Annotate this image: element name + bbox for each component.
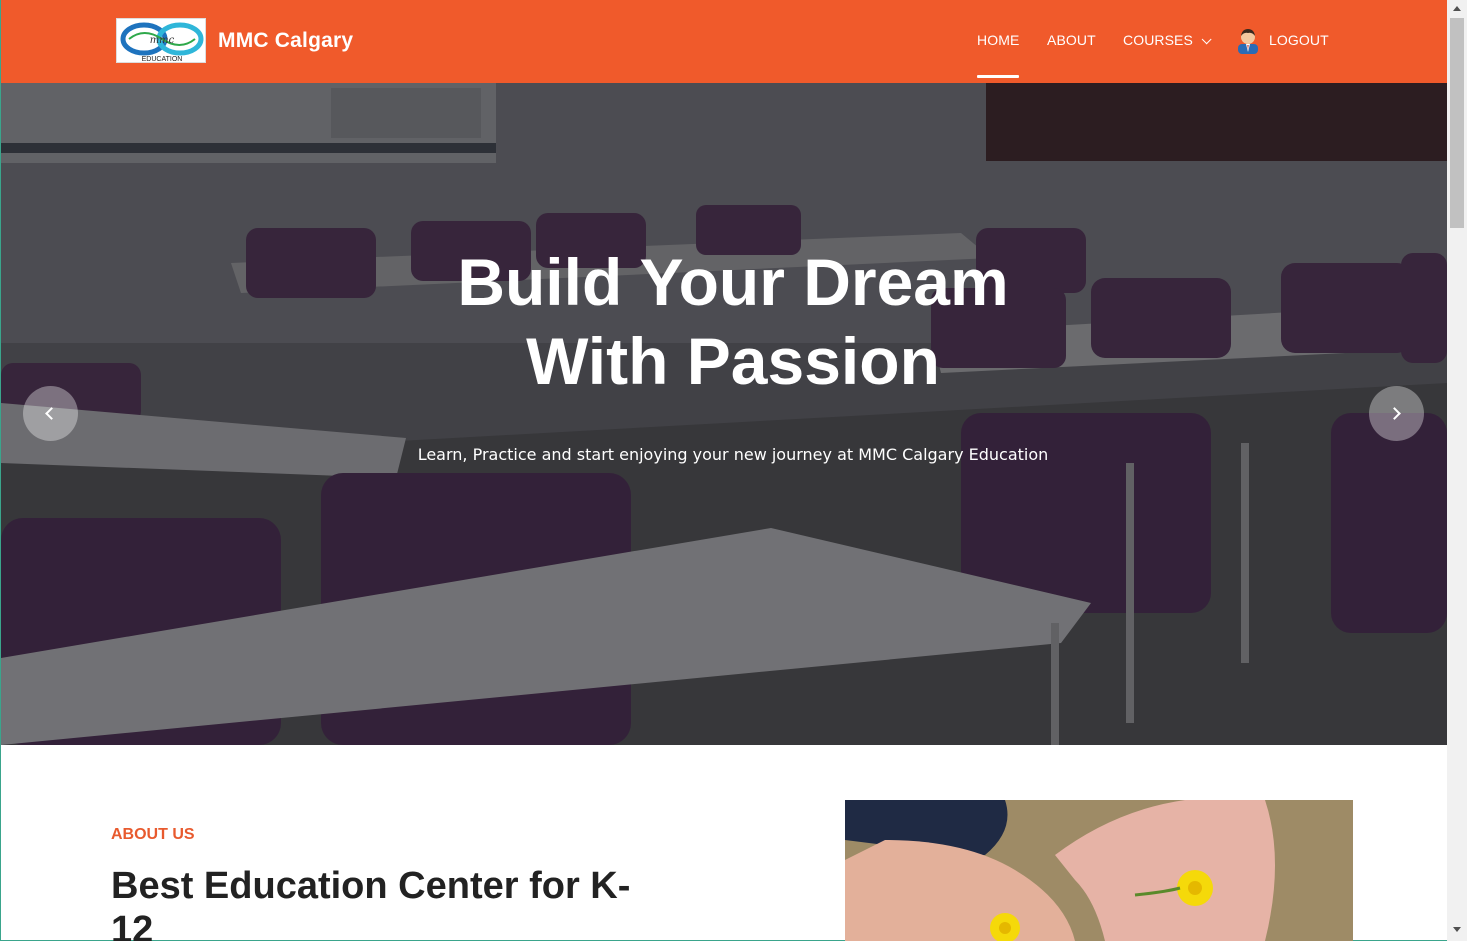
page-scrollbar[interactable] xyxy=(1447,0,1467,941)
about-title: Best Education Center for K-12 xyxy=(111,865,631,941)
hero-overlay xyxy=(1,83,1447,745)
nav-courses[interactable]: COURSES xyxy=(1123,32,1212,48)
hero-title: Build Your Dream With Passion xyxy=(1,243,1447,401)
about-label: ABOUT US xyxy=(111,826,195,843)
svg-text:mmc: mmc xyxy=(150,35,175,46)
scroll-down-arrow-icon[interactable] xyxy=(1453,927,1461,932)
nav-home[interactable]: HOME xyxy=(977,32,1020,78)
brand-logo: mmc EDUCATION xyxy=(116,18,206,63)
scrollbar-thumb[interactable] xyxy=(1450,18,1464,228)
scroll-up-arrow-icon[interactable] xyxy=(1453,6,1461,11)
chevron-right-icon xyxy=(1388,407,1401,420)
carousel-prev-button[interactable] xyxy=(23,386,78,441)
hero-carousel: Build Your Dream With Passion Learn, Pra… xyxy=(1,83,1447,745)
carousel-next-button[interactable] xyxy=(1369,386,1424,441)
hero-subtitle: Learn, Practice and start enjoying your … xyxy=(417,445,1049,464)
hero-title-line2: With Passion xyxy=(526,324,940,398)
chevron-left-icon xyxy=(45,407,58,420)
logo-text: EDUCATION xyxy=(142,56,183,63)
site-navbar: mmc EDUCATION MMC Calgary HOME ABOUT COU… xyxy=(1,0,1447,83)
nav-about[interactable]: ABOUT xyxy=(1047,32,1096,48)
hero-title-line1: Build Your Dream xyxy=(457,245,1009,319)
about-image xyxy=(845,800,1353,941)
nav-courses-label: COURSES xyxy=(1123,32,1193,48)
nav-logout[interactable]: LOGOUT xyxy=(1269,32,1329,48)
user-avatar-icon[interactable] xyxy=(1235,26,1261,54)
brand[interactable]: mmc EDUCATION MMC Calgary xyxy=(116,18,353,63)
brand-name: MMC Calgary xyxy=(218,28,354,52)
chevron-down-icon xyxy=(1201,34,1212,45)
